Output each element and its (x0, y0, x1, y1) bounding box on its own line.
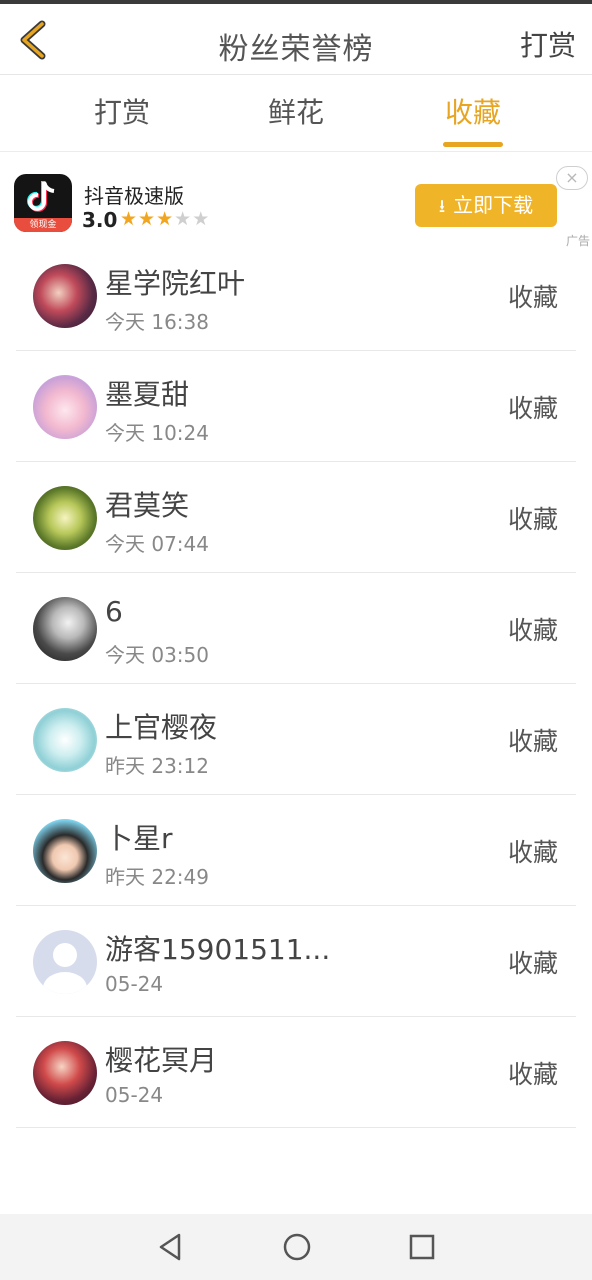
nav-back-button[interactable] (155, 1232, 185, 1262)
user-name: 6 (105, 595, 123, 628)
tab-flowers[interactable]: 鲜花 (236, 75, 356, 151)
action-label: 收藏 (507, 283, 558, 312)
user-time: 昨天 22:49 (105, 865, 209, 889)
action-label: 收藏 (507, 505, 558, 534)
close-ad-button[interactable]: × (556, 166, 588, 190)
avatar (33, 597, 97, 661)
action-label: 收藏 (507, 949, 558, 978)
ad-app-name: 抖音极速版 (84, 184, 184, 208)
triangle-back-icon (159, 1233, 181, 1261)
user-time: 昨天 23:12 (105, 754, 209, 778)
avatar (33, 930, 97, 994)
user-time: 05-24 (105, 1083, 164, 1107)
list-item[interactable]: 上官樱夜 昨天 23:12 收藏 (16, 684, 576, 795)
nav-home-button[interactable] (282, 1232, 312, 1262)
user-name: 君莫笑 (105, 489, 190, 522)
system-nav-bar (0, 1214, 592, 1280)
star-icon: ★ (192, 208, 211, 230)
star-icon: ★ (138, 208, 157, 230)
user-name: 星学院红叶 (105, 267, 246, 300)
user-time: 今天 07:44 (105, 532, 209, 556)
top-bar: 粉丝荣誉榜 打赏 (0, 4, 592, 75)
tab-favorites[interactable]: 收藏 (413, 75, 533, 151)
circle-home-icon (283, 1233, 311, 1261)
list-item[interactable]: 游客15901511... 05-24 收藏 (16, 906, 576, 1017)
ad-rating: 3.0 (82, 208, 118, 232)
action-label: 收藏 (507, 394, 558, 423)
download-label: 立即下载 (453, 193, 534, 217)
page-title: 粉丝荣誉榜 (218, 32, 374, 67)
user-time: 今天 03:50 (105, 643, 209, 667)
action-label: 收藏 (507, 838, 558, 867)
avatar (33, 486, 97, 550)
tab-reward[interactable]: 打赏 (62, 75, 182, 151)
avatar (33, 264, 97, 328)
active-tab-indicator (443, 142, 503, 147)
user-name: 卜星r (105, 822, 173, 855)
avatar (33, 375, 97, 439)
reward-button[interactable]: 打赏 (520, 24, 576, 64)
star-icon: ★ (174, 208, 193, 230)
avatar (33, 708, 97, 772)
nav-recent-button[interactable] (407, 1232, 437, 1262)
tab-label: 鲜花 (267, 96, 324, 129)
list-item[interactable]: 樱花冥月 05-24 收藏 (16, 1017, 576, 1128)
list-item[interactable]: 星学院红叶 今天 16:38 收藏 (16, 240, 576, 351)
list-item[interactable]: 墨夏甜 今天 10:24 收藏 (16, 351, 576, 462)
tab-bar: 打赏 鲜花 收藏 (0, 75, 592, 152)
star-icon: ★ (120, 208, 139, 230)
user-time: 今天 10:24 (105, 421, 209, 445)
action-label: 收藏 (507, 1060, 558, 1089)
default-avatar-icon (43, 943, 87, 994)
rating-stars: ★★★★★ (120, 208, 210, 230)
star-icon: ★ (156, 208, 175, 230)
user-name: 上官樱夜 (105, 711, 218, 744)
list-item[interactable]: 卜星r 昨天 22:49 收藏 (16, 795, 576, 906)
list-item[interactable]: 6 今天 03:50 收藏 (16, 573, 576, 684)
user-name: 游客15901511... (105, 933, 331, 966)
avatar (33, 819, 97, 883)
download-button[interactable]: ⭳ 立即下载 (415, 184, 557, 227)
tab-label: 打赏 (93, 96, 150, 129)
list-item[interactable]: 君莫笑 今天 07:44 收藏 (16, 462, 576, 573)
download-icon: ⭳ (438, 196, 446, 217)
action-label: 收藏 (507, 727, 558, 756)
music-note-icon (27, 181, 55, 212)
fan-list: 星学院红叶 今天 16:38 收藏 墨夏甜 今天 10:24 收藏 君莫笑 今天… (0, 240, 592, 1128)
square-recent-icon (409, 1234, 435, 1260)
logo-badge: 领现金 (14, 218, 72, 232)
app-logo: 领现金 (14, 174, 72, 232)
user-time: 05-24 (105, 972, 164, 996)
avatar (33, 1041, 97, 1105)
ad-banner[interactable]: 领现金 抖音极速版 3.0 ★★★★★ ⭳ 立即下载 × 广告 (0, 152, 592, 248)
action-label: 收藏 (507, 616, 558, 645)
user-name: 樱花冥月 (105, 1044, 218, 1077)
user-name: 墨夏甜 (105, 378, 190, 411)
tab-label: 收藏 (444, 96, 501, 129)
user-time: 今天 16:38 (105, 310, 209, 334)
